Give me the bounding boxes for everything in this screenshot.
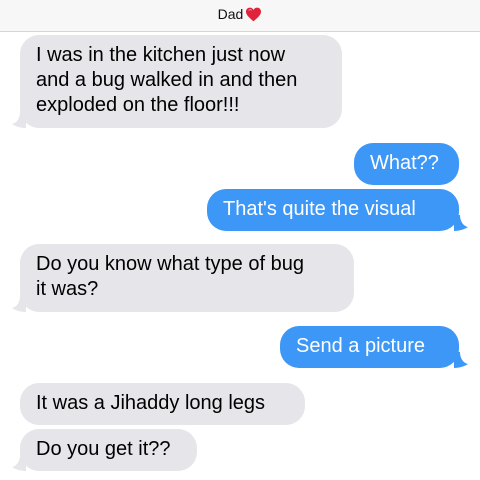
contact-title[interactable]: Dad bbox=[0, 6, 480, 22]
bubble-tail bbox=[454, 352, 468, 368]
conversation-header[interactable]: Dad bbox=[0, 0, 480, 32]
message-text: it was? bbox=[36, 278, 99, 300]
bubble-tail bbox=[12, 455, 26, 471]
bubble-tail bbox=[454, 215, 468, 231]
message-bubble-outgoing[interactable]: Send a picture bbox=[280, 326, 459, 368]
message-text: I was in the kitchen just now bbox=[36, 44, 286, 66]
bubble-tail bbox=[12, 296, 26, 312]
message-text: It was a Jihaddy long legs bbox=[36, 392, 266, 414]
contact-name: Dad bbox=[217, 6, 244, 22]
message-bubble-outgoing[interactable]: What?? bbox=[354, 143, 459, 185]
conversation-screen: Dad I was in the kitchen just now and a … bbox=[0, 0, 480, 480]
bubble-tail bbox=[12, 112, 26, 128]
message-text: Do you know what type of bug bbox=[36, 253, 304, 275]
message-bubble-outgoing[interactable]: That's quite the visual bbox=[207, 189, 459, 231]
message-text: That's quite the visual bbox=[223, 198, 416, 220]
message-bubble-incoming[interactable]: It was a Jihaddy long legs bbox=[20, 383, 305, 425]
message-text: and a bug walked in and then bbox=[36, 69, 298, 91]
message-bubble-incoming[interactable]: I was in the kitchen just now and a bug … bbox=[20, 35, 342, 128]
message-text: Do you get it?? bbox=[36, 438, 171, 460]
message-text: Send a picture bbox=[296, 335, 425, 357]
message-text: What?? bbox=[370, 152, 439, 174]
message-bubble-incoming[interactable]: Do you get it?? bbox=[20, 429, 197, 471]
red-heart-icon bbox=[246, 7, 262, 21]
message-text: exploded on the floor!!! bbox=[36, 94, 240, 116]
message-bubble-incoming[interactable]: Do you know what type of bug it was? bbox=[20, 244, 354, 312]
